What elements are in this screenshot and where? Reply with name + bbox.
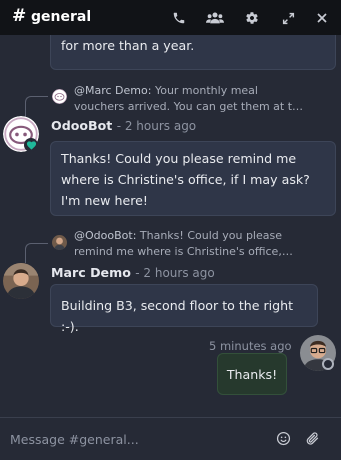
- avatar-marc-demo[interactable]: [3, 263, 39, 299]
- message-author: OdooBot - 2 hours ago: [51, 118, 196, 133]
- phone-icon[interactable]: [170, 9, 188, 27]
- message-text: Thanks!: [226, 366, 278, 382]
- members-icon[interactable]: [206, 9, 224, 27]
- reply-preview[interactable]: @OdooBot: Thanks! Could you please remin…: [74, 228, 300, 260]
- reply-avatar-odoobot: [52, 89, 67, 104]
- message-bubble-own: Thanks!: [217, 353, 287, 395]
- expand-icon[interactable]: [279, 9, 297, 27]
- message-input[interactable]: [10, 427, 265, 451]
- message-author: Marc Demo - 2 hours ago: [51, 265, 215, 280]
- reply-connector: [25, 243, 48, 263]
- message-time: 5 minutes ago: [209, 339, 292, 353]
- message-bubble: Building B3, second floor to the right :…: [50, 284, 318, 334]
- chat-window: # general for more than a year. @Marc De…: [0, 0, 341, 460]
- close-icon[interactable]: [313, 9, 331, 27]
- message-text: Building B3, second floor to the right :…: [61, 298, 294, 334]
- message-text: for more than a year.: [61, 38, 195, 53]
- reply-author: @Marc Demo:: [74, 84, 152, 97]
- message-time: - 2 hours ago: [135, 266, 215, 280]
- author-name: OdooBot: [51, 118, 113, 133]
- gear-icon[interactable]: [243, 9, 261, 27]
- reply-avatar-marc: [52, 235, 67, 250]
- message-bubble: for more than a year.: [50, 35, 336, 70]
- message-bubble: Thanks! Could you please remind me where…: [50, 141, 336, 216]
- author-name: Marc Demo: [51, 265, 131, 280]
- chat-header: # general: [0, 0, 341, 35]
- message-text: Thanks! Could you please remind me where…: [61, 151, 310, 208]
- message-thread[interactable]: for more than a year. @Marc Demo: Your m…: [0, 35, 341, 417]
- reply-connector: [25, 96, 48, 118]
- status-away-icon: [322, 358, 334, 370]
- message-composer: [0, 417, 341, 460]
- channel-title[interactable]: general: [31, 9, 91, 25]
- channel-hash-icon: #: [12, 6, 27, 26]
- online-heart-icon: [24, 138, 38, 152]
- paperclip-icon[interactable]: [305, 431, 321, 447]
- message-time: - 2 hours ago: [116, 119, 197, 133]
- reply-preview[interactable]: @Marc Demo: Your monthly meal vouchers a…: [74, 83, 304, 115]
- reply-author: @OdooBot:: [74, 229, 137, 242]
- emoji-icon[interactable]: [276, 431, 292, 447]
